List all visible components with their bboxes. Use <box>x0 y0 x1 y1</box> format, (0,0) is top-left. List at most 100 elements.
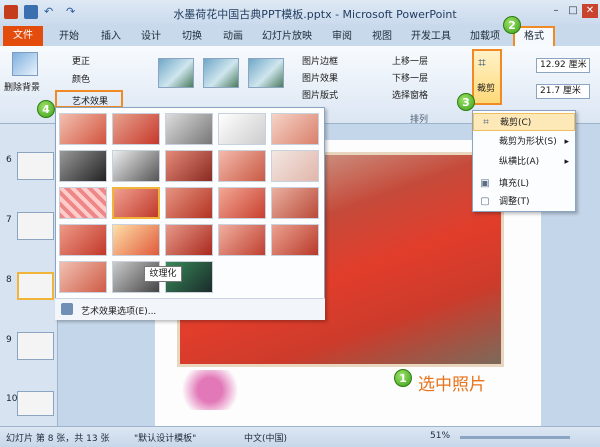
selection-pane-button[interactable]: 选择窗格 <box>392 88 428 101</box>
menu-item-label: 裁剪为形状(S) <box>499 137 557 147</box>
tab-slideshow[interactable]: 幻灯片放映 <box>258 28 316 46</box>
artistic-effect-option[interactable] <box>165 113 213 145</box>
redo-icon[interactable]: ↷ <box>66 5 80 19</box>
artistic-effect-option[interactable] <box>59 261 107 293</box>
theme-name: "默认设计模板" <box>134 434 197 444</box>
slide-thumbnail[interactable] <box>17 332 54 360</box>
status-bar: 幻灯片 第 8 张，共 13 张 "默认设计模板" 中文(中国) 51% <box>0 426 600 447</box>
artistic-effect-option[interactable] <box>271 113 319 145</box>
artistic-effect-option[interactable] <box>165 187 213 219</box>
picture-style-thumb[interactable] <box>203 58 239 88</box>
slide-number: 8 <box>6 275 12 285</box>
tab-file[interactable]: 文件 <box>3 26 43 46</box>
artistic-effect-option[interactable] <box>271 150 319 182</box>
menu-item-label: 填充(L) <box>499 179 530 189</box>
slides-panel: 6 7 8 9 10 <box>0 124 58 426</box>
artistic-effect-option[interactable] <box>59 187 107 219</box>
fill-icon: ▣ <box>480 178 490 189</box>
chevron-right-icon: ▸ <box>564 157 569 167</box>
tab-home[interactable]: 开始 <box>55 28 83 46</box>
artistic-effect-option[interactable] <box>271 224 319 256</box>
send-backward-button[interactable]: 下移一层 <box>392 71 428 84</box>
tab-insert[interactable]: 插入 <box>97 28 125 46</box>
artistic-effect-option[interactable] <box>112 113 160 145</box>
menu-item-label: 纵横比(A) <box>499 157 540 167</box>
artistic-effect-option[interactable] <box>218 150 266 182</box>
remove-background-label[interactable]: 删除背景 <box>4 80 40 93</box>
slide-number: 7 <box>6 215 12 225</box>
tab-addins[interactable]: 加载项 <box>465 28 505 46</box>
zoom-level[interactable]: 51% <box>430 431 450 441</box>
close-icon[interactable]: ✕ <box>582 4 598 18</box>
corrections-button[interactable]: 更正 <box>72 54 90 67</box>
menu-item-crop-to-shape[interactable]: 裁剪为形状(S) ▸ <box>473 133 575 151</box>
crop-icon: ⌗ <box>483 117 489 128</box>
artistic-effect-option[interactable] <box>112 187 160 219</box>
lotus-decoration <box>175 370 245 410</box>
slide-number: 10 <box>6 394 18 404</box>
remove-background-icon[interactable] <box>12 52 38 76</box>
slide-number: 9 <box>6 335 12 345</box>
caption-text: 选中照片 <box>418 375 486 395</box>
artistic-effect-option[interactable] <box>59 113 107 145</box>
tab-transitions[interactable]: 切换 <box>178 28 206 46</box>
artistic-effect-option[interactable] <box>165 150 213 182</box>
bring-forward-button[interactable]: 上移一层 <box>392 54 428 67</box>
crop-button[interactable]: ⌗ 裁剪 <box>472 49 502 105</box>
menu-item-label: 调整(T) <box>499 197 530 207</box>
artistic-effect-option[interactable] <box>59 150 107 182</box>
step-badge: 4 <box>37 100 55 118</box>
artistic-effect-option[interactable] <box>112 224 160 256</box>
picture-style-thumb[interactable] <box>248 58 284 88</box>
slide-number: 6 <box>6 155 12 165</box>
picture-layout-button[interactable]: 图片版式 <box>302 88 338 101</box>
menu-item-fill[interactable]: ▣ 填充(L) <box>473 175 575 193</box>
tab-view[interactable]: 视图 <box>368 28 396 46</box>
crop-label: 裁剪 <box>477 84 496 94</box>
tab-design[interactable]: 设计 <box>137 28 165 46</box>
tab-developer[interactable]: 开发工具 <box>407 28 455 46</box>
picture-border-button[interactable]: 图片边框 <box>302 54 338 67</box>
artistic-effect-option[interactable] <box>218 113 266 145</box>
height-field[interactable]: 12.92 厘米 <box>536 58 590 73</box>
app-icon[interactable] <box>4 5 18 19</box>
effect-tooltip: 纹理化 <box>144 266 182 282</box>
artistic-effect-option[interactable] <box>112 150 160 182</box>
effects-options-label: 艺术效果选项(E)... <box>81 307 157 317</box>
slide-info: 幻灯片 第 8 张，共 13 张 <box>6 434 110 444</box>
tab-review[interactable]: 审阅 <box>328 28 356 46</box>
fit-icon: ▢ <box>480 196 490 207</box>
minimize-icon[interactable]: – <box>548 4 564 18</box>
undo-icon[interactable]: ↶ <box>44 5 58 19</box>
menu-item-label: 裁剪(C) <box>500 118 532 128</box>
menu-item-fit[interactable]: ▢ 调整(T) <box>473 193 575 211</box>
menu-item-aspect-ratio[interactable]: 纵横比(A) ▸ <box>473 153 575 171</box>
maximize-icon[interactable]: □ <box>565 4 581 18</box>
effects-options-icon <box>61 303 73 315</box>
picture-style-thumb[interactable] <box>158 58 194 88</box>
picture-effects-button[interactable]: 图片效果 <box>302 71 338 84</box>
artistic-effect-option[interactable] <box>218 224 266 256</box>
save-icon[interactable] <box>24 5 38 19</box>
slide-thumbnail[interactable] <box>17 391 54 416</box>
artistic-effect-option[interactable] <box>165 224 213 256</box>
menu-item-crop[interactable]: ⌗ 裁剪(C) <box>473 113 575 131</box>
step-badge: 3 <box>457 93 475 111</box>
window-title: 水墨荷花中国古典PPT模板.pptx - Microsoft PowerPoin… <box>173 8 457 21</box>
artistic-effect-option[interactable] <box>59 224 107 256</box>
zoom-slider[interactable] <box>460 436 570 439</box>
tab-animations[interactable]: 动画 <box>219 28 247 46</box>
artistic-effect-option[interactable] <box>218 187 266 219</box>
artistic-effect-option[interactable] <box>271 187 319 219</box>
chevron-right-icon: ▸ <box>564 137 569 147</box>
color-button[interactable]: 颜色 <box>72 72 90 85</box>
slide-thumbnail[interactable] <box>17 152 54 180</box>
step-badge: 1 <box>394 369 412 387</box>
width-field[interactable]: 21.7 厘米 <box>536 84 590 99</box>
slide-thumbnail[interactable] <box>17 212 54 240</box>
artistic-effects-options[interactable]: 艺术效果选项(E)... <box>55 298 325 320</box>
slide-thumbnail-selected[interactable] <box>17 272 54 300</box>
crop-menu: ⌗ 裁剪(C) 裁剪为形状(S) ▸ 纵横比(A) ▸ ▣ 填充(L) ▢ 调整(T) <box>472 110 576 212</box>
step-badge: 2 <box>503 16 521 34</box>
language[interactable]: 中文(中国) <box>244 431 287 444</box>
